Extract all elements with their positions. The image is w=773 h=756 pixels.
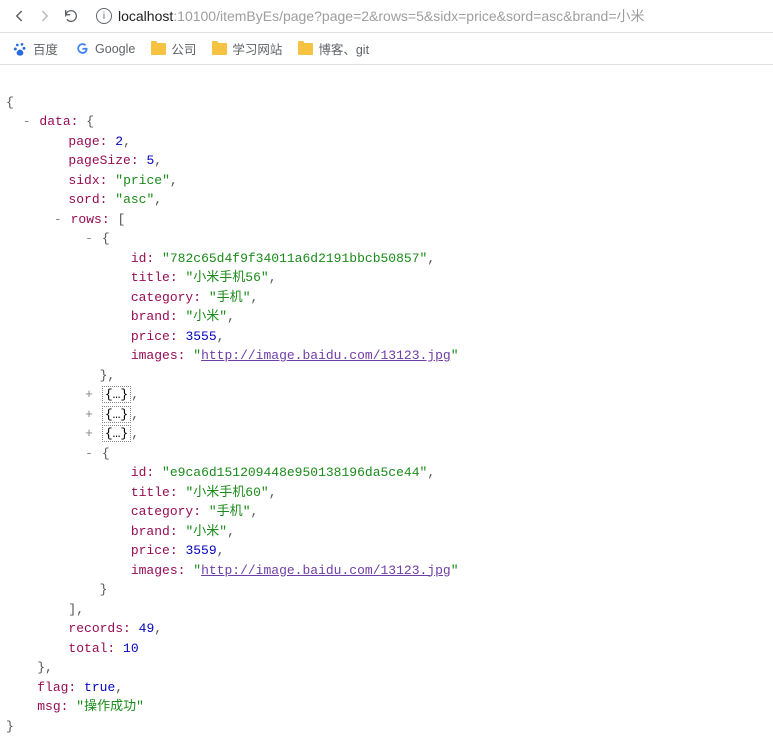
json-viewer: { - data: { page: 2, pageSize: 5, sidx: …: [0, 65, 773, 756]
json-key: pageSize:: [68, 153, 138, 168]
json-value: "782c65d4f9f34011a6d2191bbcb50857": [162, 251, 427, 266]
brace: }: [6, 719, 14, 734]
json-value: "小米": [185, 524, 227, 539]
google-icon: [74, 41, 90, 57]
url-path: :10100/itemByEs/page?page=2&rows=5&sidx=…: [173, 8, 644, 24]
json-key: records:: [68, 621, 130, 636]
json-key: id:: [131, 465, 154, 480]
collapse-toggle[interactable]: -: [84, 444, 94, 464]
url-text: localhost:10100/itemByEs/page?page=2&row…: [118, 6, 645, 26]
json-value: 3555: [185, 329, 216, 344]
json-key: flag:: [37, 680, 76, 695]
json-value: 2: [115, 134, 123, 149]
json-key: total:: [68, 641, 115, 656]
json-value: "手机": [209, 504, 251, 519]
folder-icon: [212, 43, 227, 55]
json-key: page:: [68, 134, 107, 149]
folder-icon: [298, 43, 313, 55]
json-key: images:: [131, 563, 186, 578]
json-value: "操作成功": [76, 699, 144, 714]
brace: {: [6, 95, 14, 110]
json-key: brand:: [131, 524, 178, 539]
folder-icon: [151, 43, 166, 55]
json-value: "asc": [115, 192, 154, 207]
expand-toggle[interactable]: +: [84, 424, 94, 444]
json-key: msg:: [37, 699, 68, 714]
json-value: "手机": [209, 290, 251, 305]
url-host: localhost: [118, 8, 173, 24]
collapsed-object[interactable]: {…}: [102, 386, 131, 403]
image-link[interactable]: http://image.baidu.com/13123.jpg: [201, 563, 451, 578]
json-key: category:: [131, 504, 201, 519]
baidu-icon: [12, 41, 28, 57]
bookmark-label: 百度: [33, 39, 58, 58]
bookmark-folder-blog[interactable]: 博客、git: [298, 39, 369, 58]
url-bar[interactable]: i localhost:10100/itemByEs/page?page=2&r…: [88, 6, 763, 26]
json-key: images:: [131, 348, 186, 363]
bookmark-label: 博客、git: [318, 39, 369, 58]
json-key: price:: [131, 543, 178, 558]
expand-toggle[interactable]: +: [84, 385, 94, 405]
json-key: price:: [131, 329, 178, 344]
bookmark-folder-study[interactable]: 学习网站: [212, 39, 282, 58]
json-value: "http://image.baidu.com/13123.jpg": [193, 563, 458, 578]
image-link[interactable]: http://image.baidu.com/13123.jpg: [201, 348, 451, 363]
bookmark-label: 公司: [171, 39, 196, 58]
bookmark-label: 学习网站: [232, 39, 282, 58]
browser-toolbar: i localhost:10100/itemByEs/page?page=2&r…: [0, 0, 773, 33]
collapse-toggle[interactable]: -: [53, 210, 63, 230]
json-key: id:: [131, 251, 154, 266]
back-button[interactable]: [10, 7, 28, 25]
collapse-toggle[interactable]: -: [84, 229, 94, 249]
bookmark-google[interactable]: Google: [74, 41, 135, 57]
json-value: "小米手机60": [185, 485, 268, 500]
json-value: "price": [115, 173, 170, 188]
bookmark-folder-company[interactable]: 公司: [151, 39, 196, 58]
json-value: 49: [139, 621, 155, 636]
collapsed-object[interactable]: {…}: [102, 406, 131, 423]
collapsed-object[interactable]: {…}: [102, 425, 131, 442]
reload-button[interactable]: [62, 7, 80, 25]
json-key: title:: [131, 270, 178, 285]
json-key: title:: [131, 485, 178, 500]
forward-button[interactable]: [36, 7, 54, 25]
json-value: "e9ca6d151209448e950138196da5ce44": [162, 465, 427, 480]
json-key: sidx:: [68, 173, 107, 188]
json-key: data:: [39, 114, 78, 129]
json-key: category:: [131, 290, 201, 305]
json-value: 10: [123, 641, 139, 656]
json-value: "小米": [185, 309, 227, 324]
collapse-toggle[interactable]: -: [22, 112, 32, 132]
bookmark-baidu[interactable]: 百度: [12, 39, 58, 58]
json-value: true: [84, 680, 115, 695]
json-key: brand:: [131, 309, 178, 324]
json-value: "小米手机56": [185, 270, 268, 285]
json-key: rows:: [71, 212, 110, 227]
site-info-icon[interactable]: i: [96, 8, 112, 24]
json-value: 3559: [185, 543, 216, 558]
json-value: "http://image.baidu.com/13123.jpg": [193, 348, 458, 363]
expand-toggle[interactable]: +: [84, 405, 94, 425]
json-key: sord:: [68, 192, 107, 207]
bookmarks-bar: 百度 Google 公司 学习网站 博客、git: [0, 33, 773, 65]
bookmark-label: Google: [95, 42, 135, 56]
